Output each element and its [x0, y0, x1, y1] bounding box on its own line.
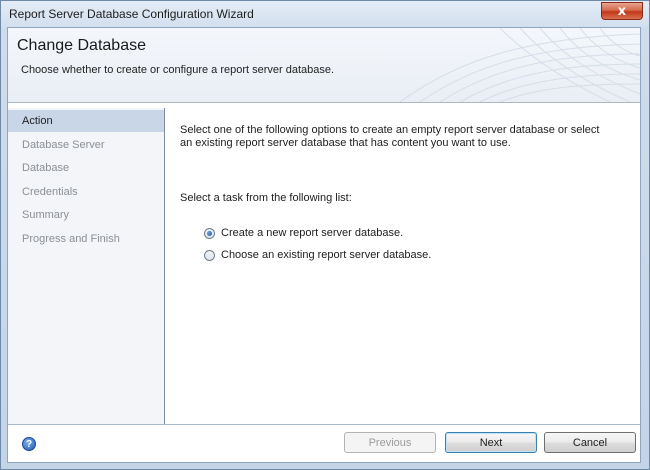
title-bar[interactable]: Report Server Database Configuration Wiz…	[1, 1, 649, 27]
close-icon: x	[617, 3, 627, 19]
close-button[interactable]: x	[601, 2, 643, 20]
main-panel: Select one of the following options to c…	[176, 108, 636, 424]
wizard-window: Report Server Database Configuration Wiz…	[0, 0, 650, 470]
wizard-steps-sidebar: Action Database Server Database Credenti…	[8, 108, 165, 424]
radio-choose-existing-database[interactable]	[204, 249, 215, 261]
help-icon[interactable]: ?	[22, 437, 36, 451]
banner-swirl-graphic	[399, 28, 640, 102]
task-list-label: Select a task from the following list:	[180, 192, 352, 204]
sidebar-item-label: Database	[22, 162, 70, 174]
header-banner: Change Database Choose whether to create…	[8, 28, 640, 103]
page-subtitle: Choose whether to create or configure a …	[21, 64, 335, 76]
sidebar-item-label: Action	[22, 115, 53, 127]
sidebar-item-database-server[interactable]: Database Server	[8, 134, 164, 156]
previous-button[interactable]: Previous	[344, 432, 436, 453]
sidebar-item-label: Progress and Finish	[22, 232, 120, 245]
page-title: Change Database	[17, 37, 146, 54]
option-label: Create a new report server database.	[221, 227, 404, 239]
intro-text: Select one of the following options to c…	[180, 124, 600, 149]
sidebar-item-label: Credentials	[22, 185, 78, 198]
option-label: Choose an existing report server databas…	[221, 249, 432, 261]
sidebar-item-summary[interactable]: Summary	[8, 204, 164, 226]
cancel-button[interactable]: Cancel	[544, 432, 636, 453]
wizard-content: Change Database Choose whether to create…	[7, 27, 641, 463]
radio-create-new-database[interactable]	[204, 227, 215, 239]
window-title: Report Server Database Configuration Wiz…	[9, 7, 254, 21]
sidebar-item-progress-and-finish[interactable]: Progress and Finish	[8, 228, 164, 250]
sidebar-item-label: Summary	[22, 209, 70, 221]
help-glyph: ?	[25, 438, 33, 450]
sidebar-item-database[interactable]: Database	[8, 157, 164, 179]
option-choose-existing-database[interactable]: Choose an existing report server databas…	[204, 244, 431, 266]
wizard-footer: ? Previous Next Cancel	[8, 424, 640, 462]
option-create-new-database[interactable]: Create a new report server database.	[204, 222, 431, 244]
radio-selected-dot	[207, 230, 212, 236]
sidebar-item-action[interactable]: Action	[8, 110, 164, 132]
task-options: Create a new report server database. Cho…	[204, 222, 431, 266]
sidebar-item-label: Database Server	[22, 138, 105, 151]
sidebar-item-credentials[interactable]: Credentials	[8, 181, 164, 203]
next-button[interactable]: Next	[445, 432, 537, 453]
